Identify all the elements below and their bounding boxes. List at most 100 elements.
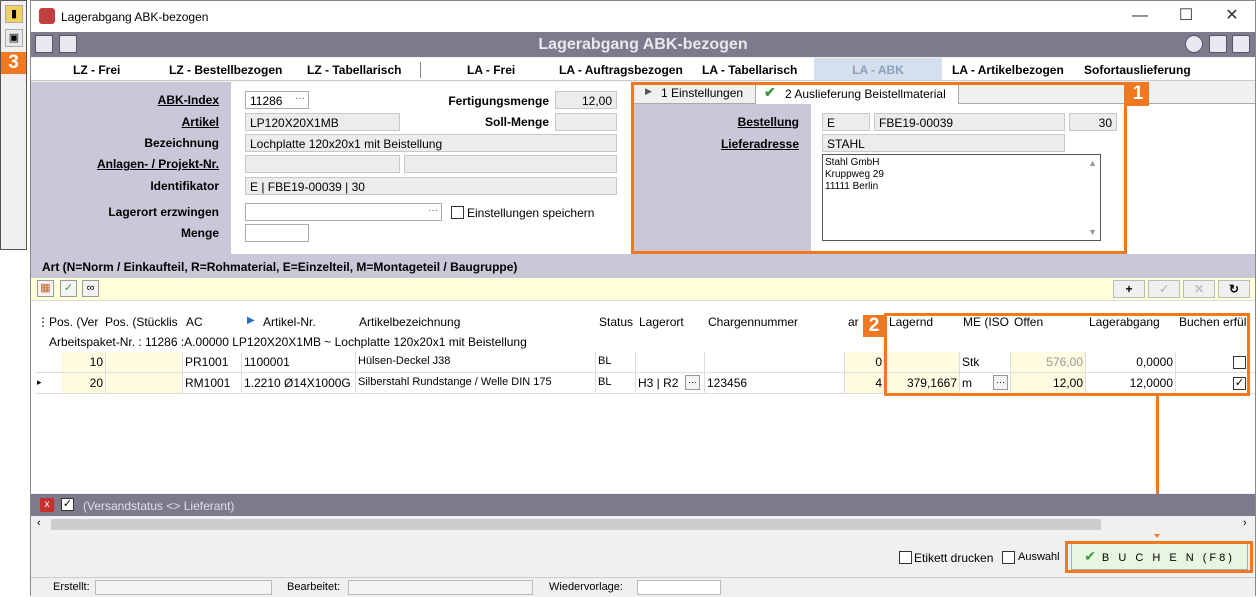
- cell-pos-stueckliste: [106, 352, 183, 372]
- tab-la-tabellarisch[interactable]: LA - Tabellarisch: [702, 63, 797, 77]
- box-refresh-icon[interactable]: [1232, 35, 1250, 53]
- cell-bezeichnung: Hülsen-Deckel J38: [356, 352, 596, 372]
- footer-status-bar: Erstellt: Bearbeitet: Wiedervorlage:: [31, 577, 1255, 597]
- ellipsis-icon[interactable]: ···: [295, 93, 305, 104]
- cell-artikel-nr: 1.2210 Ø14X1000G: [242, 373, 356, 393]
- wiedervorlage-label: Wiedervorlage:: [549, 581, 623, 593]
- cell-ar: 4: [845, 373, 885, 393]
- scroll-left-icon[interactable]: ‹: [37, 517, 41, 529]
- box-icon[interactable]: [1209, 35, 1227, 53]
- erstellt-field: [95, 580, 272, 595]
- clock-icon[interactable]: [1185, 35, 1203, 53]
- clear-filter-icon[interactable]: x: [40, 498, 54, 512]
- header-ac[interactable]: AC: [186, 315, 203, 329]
- scrollbar-thumb[interactable]: [51, 519, 1101, 530]
- header-ar[interactable]: ar: [848, 315, 859, 329]
- header-artikelbezeichnung[interactable]: Artikelbezeichnung: [359, 315, 460, 329]
- horizontal-scrollbar[interactable]: ‹ ›: [31, 516, 1255, 534]
- cell-pos: 10: [61, 352, 106, 372]
- anlagen-field: [245, 155, 400, 173]
- confirm-row-button[interactable]: ✓: [1148, 280, 1180, 298]
- callout-badge-2: 2: [863, 315, 885, 337]
- cell-bezeichnung: Silberstahl Rundstange / Welle DIN 175: [356, 373, 596, 393]
- maximize-button[interactable]: ☐: [1163, 5, 1209, 29]
- filter-enabled-checkbox[interactable]: ✓: [61, 498, 74, 511]
- artikel-label[interactable]: Artikel: [31, 115, 219, 129]
- tab-la-auftragsbezogen[interactable]: LA - Auftragsbezogen: [559, 63, 683, 77]
- abk-index-field[interactable]: 11286 ···: [245, 91, 309, 109]
- row-pointer-icon: ▸: [37, 377, 42, 387]
- refresh-button[interactable]: ↻: [1218, 280, 1250, 298]
- etikett-label: Etikett drucken: [914, 551, 994, 565]
- erstellt-label: Erstellt:: [53, 581, 90, 593]
- tab-la-abk[interactable]: LA - ABK: [814, 58, 942, 80]
- abk-index-label[interactable]: ABK-Index: [31, 93, 219, 107]
- box-icon[interactable]: ▣: [5, 29, 23, 47]
- article-grid: ⋮ Pos. (Ver Pos. (Stücklis AC ▶ Artikel-…: [31, 301, 1255, 493]
- header-pos-stueckliste[interactable]: Pos. (Stücklis: [105, 315, 178, 329]
- wiedervorlage-field[interactable]: [637, 580, 721, 595]
- tab-sofortauslieferung[interactable]: Sofortauslieferung: [1084, 63, 1191, 77]
- einstellungen-checkbox[interactable]: [451, 206, 464, 219]
- identifikator-label: Identifikator: [150, 179, 219, 193]
- tab-la-artikelbezogen[interactable]: LA - Artikelbezogen: [952, 63, 1064, 77]
- menge-label: Menge: [180, 226, 219, 240]
- header-status[interactable]: Status: [599, 315, 633, 329]
- filter-text: (Versandstatus <> Lieferant): [83, 499, 235, 513]
- page-header: Lagerabgang ABK-bezogen: [31, 32, 1255, 57]
- app-icon: [39, 8, 55, 24]
- anlagen-label[interactable]: Anlagen- / Projekt-Nr.: [31, 157, 219, 171]
- tab-la-frei[interactable]: LA - Frei: [467, 63, 515, 77]
- scroll-right-icon[interactable]: ›: [1243, 517, 1247, 529]
- lagerort-field[interactable]: ···: [245, 203, 442, 221]
- lagerort-label: Lagerort erzwingen: [108, 205, 219, 219]
- header-artikel-nr[interactable]: Artikel-Nr.: [263, 315, 316, 329]
- etikett-checkbox[interactable]: [899, 551, 912, 564]
- cell-charge[interactable]: 123456: [705, 373, 845, 393]
- glasses-icon[interactable]: ∞: [82, 280, 99, 297]
- tab-lz-frei[interactable]: LZ - Frei: [73, 63, 120, 77]
- art-legend: Art (N=Norm / Einkaufteil, R=Rohmaterial…: [31, 254, 1255, 278]
- cell-pos: 20: [61, 373, 106, 393]
- bearbeitet-label: Bearbeitet:: [287, 581, 341, 593]
- tab-bar: LZ - Frei LZ - Bestellbezogen LZ - Tabel…: [31, 58, 1255, 81]
- header-pos-ver[interactable]: Pos. (Ver: [49, 315, 98, 329]
- soll-menge-label: Soll-Menge: [484, 115, 549, 129]
- minimize-button[interactable]: —: [1117, 5, 1163, 29]
- grid-settings-icon[interactable]: ▦: [37, 280, 54, 297]
- cell-ar: 0: [845, 352, 885, 372]
- ellipsis-icon[interactable]: ···: [428, 205, 438, 216]
- lagerort-ellipsis-button[interactable]: ···: [685, 375, 700, 390]
- tab-divider: [420, 62, 421, 78]
- column-chooser-icon[interactable]: ⋮: [37, 315, 49, 329]
- einstellungen-label: Einstellungen speichern: [467, 206, 595, 220]
- auswahl-checkbox[interactable]: [1002, 551, 1015, 564]
- main-window: Lagerabgang ABK-bezogen — ☐ ✕ Lagerabgan…: [30, 0, 1256, 597]
- cell-ac: RM1001: [183, 373, 242, 393]
- left-toolbar: ▮ ▣ 3: [0, 0, 27, 250]
- archive-icon[interactable]: ▮: [5, 5, 23, 23]
- cancel-row-button[interactable]: ✕: [1183, 280, 1215, 298]
- title-bar: Lagerabgang ABK-bezogen — ☐ ✕: [31, 1, 1255, 32]
- tab-lz-tabellarisch[interactable]: LZ - Tabellarisch: [307, 63, 401, 77]
- label-panel: ABK-Index Artikel Bezeichnung Anlagen- /…: [31, 82, 231, 254]
- cell-status: BL: [596, 373, 636, 393]
- bezeichnung-field: Lochplatte 120x20x1 mit Beistellung: [245, 134, 617, 152]
- soll-menge-field: [555, 113, 617, 131]
- fertigungsmenge-field: 12,00: [555, 91, 617, 109]
- bearbeitet-field: [348, 580, 533, 595]
- filter-icon[interactable]: ✓: [60, 280, 77, 297]
- fertigungsmenge-label: Fertigungsmenge: [448, 94, 549, 108]
- menge-field[interactable]: [245, 224, 309, 242]
- window-title: Lagerabgang ABK-bezogen: [61, 10, 209, 24]
- close-button[interactable]: ✕: [1209, 5, 1255, 29]
- tab-lz-bestellbezogen[interactable]: LZ - Bestellbezogen: [169, 63, 282, 77]
- add-row-button[interactable]: +: [1113, 280, 1145, 298]
- group-row: Arbeitspaket-Nr. : 11286 :A.00000 LP120X…: [49, 335, 527, 349]
- highlight-box-buchen: [1065, 541, 1253, 573]
- header-chargennummer[interactable]: Chargennummer: [708, 315, 798, 329]
- auswahl-label: Auswahl: [1018, 551, 1060, 563]
- cell-pos-stueckliste: [106, 373, 183, 393]
- filter-bar: x ✓ (Versandstatus <> Lieferant): [31, 494, 1255, 516]
- header-lagerort[interactable]: Lagerort: [639, 315, 684, 329]
